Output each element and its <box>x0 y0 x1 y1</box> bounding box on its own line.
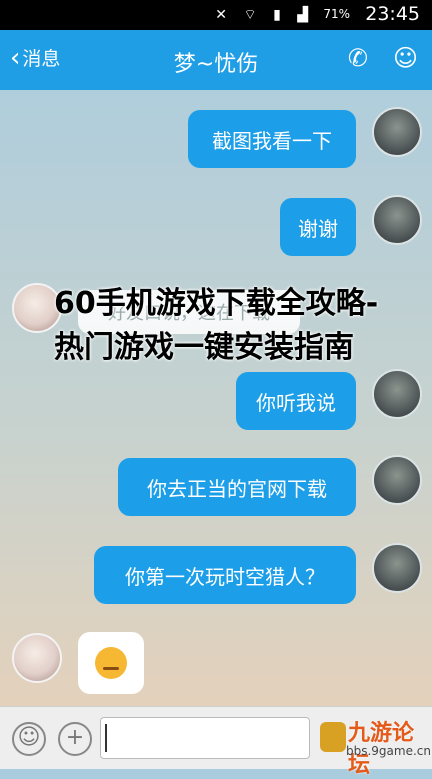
watermark-url: bbs.9game.cn <box>346 744 431 758</box>
forum-logo-icon <box>320 722 346 752</box>
message-bubble[interactable]: 你去正当的官网下载 <box>118 458 356 516</box>
phone-icon[interactable]: ✆ <box>348 44 368 72</box>
overlay-title: 60手机游戏下载全攻略-热门游戏一键安装指南 <box>54 286 379 365</box>
battery-percent: 71% <box>323 7 350 21</box>
chat-header: ‹ 消息 梦~忧伤 ✆ ☺ <box>0 30 432 90</box>
emoji-message[interactable] <box>78 632 144 694</box>
message-bubble[interactable]: 谢谢 <box>280 198 356 256</box>
add-button[interactable]: + <box>58 722 92 756</box>
avatar[interactable] <box>372 107 422 157</box>
clock: 23:45 <box>365 3 420 25</box>
message-bubble[interactable]: 你听我说 <box>236 372 356 430</box>
status-icons: ✕ ⌔ ▮ ▟ <box>215 7 314 23</box>
avatar[interactable] <box>12 633 62 683</box>
status-bar: ✕ ⌔ ▮ ▟ 71% 23:45 <box>0 0 432 30</box>
message-bubble[interactable]: 你第一次玩时空猎人？ <box>94 546 356 604</box>
sleepy-face-icon <box>95 647 127 679</box>
avatar[interactable] <box>372 455 422 505</box>
emoji-button[interactable]: ☺ <box>12 722 46 756</box>
avatar[interactable] <box>372 369 422 419</box>
avatar[interactable] <box>372 195 422 245</box>
text-caret <box>105 724 107 752</box>
message-input[interactable] <box>100 717 310 759</box>
contact-icon[interactable]: ☺ <box>393 44 418 72</box>
avatar[interactable] <box>372 543 422 593</box>
message-bubble[interactable]: 截图我看一下 <box>188 110 356 168</box>
